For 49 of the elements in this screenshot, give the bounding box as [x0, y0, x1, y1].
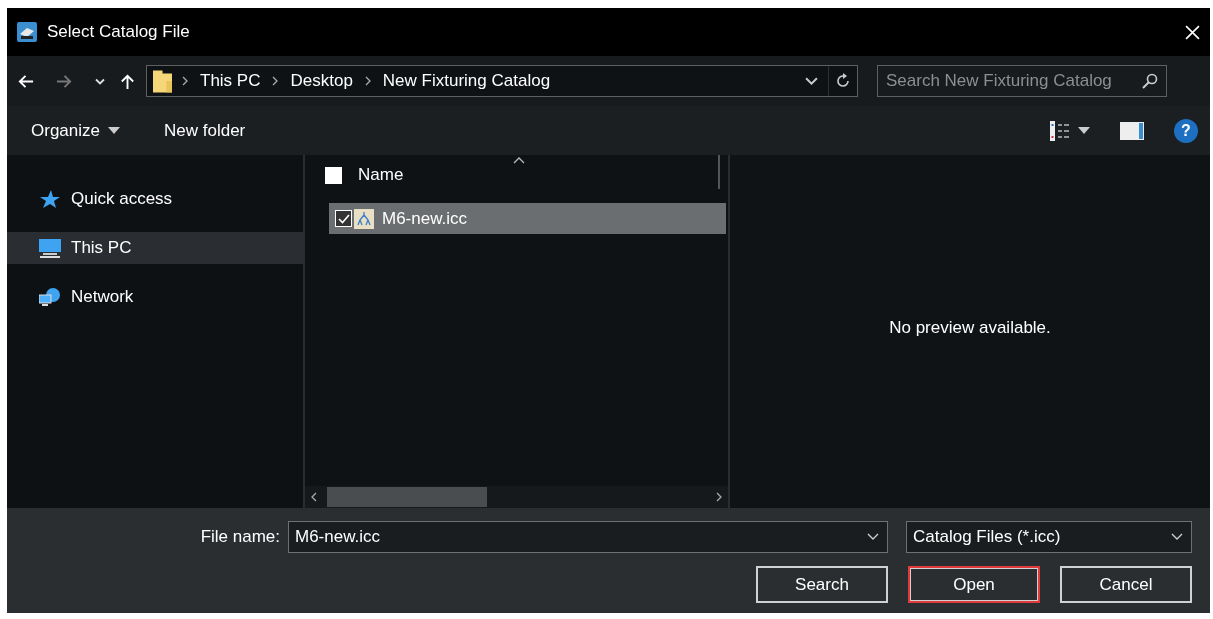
- sidebar-item[interactable]: Network: [7, 281, 303, 313]
- new-folder-button[interactable]: New folder: [162, 120, 248, 141]
- column-header[interactable]: Name: [358, 165, 404, 185]
- view-list-icon[interactable]: [1050, 120, 1072, 141]
- file-icon: [354, 208, 374, 229]
- sort-caret-icon: [513, 157, 525, 164]
- scroll-left-icon[interactable]: [311, 492, 317, 502]
- file-type-dropdown[interactable]: Catalog Files (*.icc): [906, 521, 1192, 553]
- chevron-down-icon[interactable]: [95, 77, 105, 85]
- folder-icon: [153, 69, 172, 93]
- dialog-button[interactable]: Cancel: [1060, 566, 1192, 603]
- search-field[interactable]: Search New Fixturing Catalog: [877, 65, 1167, 97]
- file-row[interactable]: M6-new.icc: [329, 203, 726, 234]
- chevron-down-icon[interactable]: [805, 76, 818, 86]
- caret-icon[interactable]: [108, 127, 120, 134]
- chevron-right-icon: [364, 76, 371, 86]
- caret-icon[interactable]: [1078, 127, 1090, 134]
- app-icon: [17, 22, 37, 42]
- horizontal-scrollbar[interactable]: [305, 486, 728, 508]
- sidebar-item[interactable]: This PC: [7, 232, 303, 264]
- address-bar[interactable]: This PC Desktop New Fixturing Catalog: [146, 65, 858, 97]
- refresh-icon[interactable]: [835, 73, 851, 89]
- breadcrumb-item[interactable]: New Fixturing Catalog: [382, 71, 551, 91]
- computer-icon: [39, 238, 61, 258]
- organize-button[interactable]: Organize: [29, 120, 102, 141]
- file-name-field[interactable]: M6-new.icc: [288, 521, 888, 553]
- preview-message: No preview available.: [889, 317, 1051, 338]
- sidebar-item[interactable]: Quick access: [7, 183, 303, 215]
- dialog-button[interactable]: Search: [756, 566, 888, 603]
- chevron-down-icon: [867, 533, 879, 541]
- search-icon: [1142, 73, 1158, 89]
- close-icon[interactable]: [1185, 24, 1200, 40]
- chevron-down-icon: [1171, 533, 1183, 541]
- checkbox[interactable]: [335, 210, 352, 227]
- chevron-right-icon: [272, 76, 279, 86]
- network-icon: [39, 287, 61, 307]
- up-arrow-icon[interactable]: [119, 72, 136, 90]
- dialog-button[interactable]: Open: [908, 566, 1040, 603]
- checkbox[interactable]: [325, 166, 342, 184]
- breadcrumb-item[interactable]: This PC: [200, 71, 261, 91]
- window-title: Select Catalog File: [47, 22, 191, 42]
- file-name-label: File name:: [200, 527, 280, 547]
- star-icon: [39, 189, 61, 209]
- scroll-right-icon[interactable]: [716, 492, 722, 502]
- preview-pane-icon[interactable]: [1120, 121, 1144, 140]
- back-arrow-icon[interactable]: [17, 72, 34, 90]
- breadcrumb-item[interactable]: Desktop: [290, 71, 353, 91]
- help-button[interactable]: ?: [1174, 118, 1198, 143]
- chevron-right-icon: [182, 76, 188, 86]
